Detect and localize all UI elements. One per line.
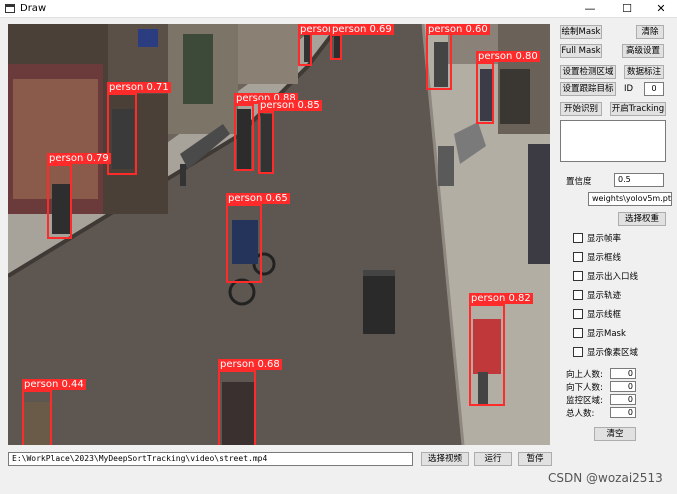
stat-value: 0 xyxy=(610,394,636,405)
set-detect-region-button[interactable]: 设置检测区域 xyxy=(560,65,616,79)
tracking-id-input[interactable]: 0 xyxy=(644,82,664,96)
set-tracking-target-button[interactable]: 设置跟踪目标 xyxy=(560,82,616,96)
detection-box xyxy=(234,104,254,171)
select-video-button[interactable]: 选择视频 xyxy=(421,452,469,466)
checkbox-label: 显示轨迹 xyxy=(587,291,622,301)
detection-label: person 0.69 xyxy=(330,24,394,35)
confidence-label: 置信度 xyxy=(566,177,592,187)
detection-label: person 0.79 xyxy=(47,153,111,164)
watermark: CSDN @wozai2513 xyxy=(548,471,663,485)
stat-value: 0 xyxy=(610,407,636,418)
detection-label: person 0.71 xyxy=(107,82,171,93)
select-weights-button[interactable]: 选择权重 xyxy=(618,212,666,226)
checkbox-square[interactable] xyxy=(573,309,583,319)
app-window-icon xyxy=(5,4,15,13)
start-tracking-button[interactable]: 开启Tracking xyxy=(610,102,666,116)
start-detect-button[interactable]: 开始识别 xyxy=(560,102,602,116)
draw-mask-button[interactable]: 绘制Mask xyxy=(560,25,602,39)
detection-label: person 0.60 xyxy=(426,24,490,35)
close-button[interactable]: ✕ xyxy=(646,1,676,17)
checkbox-label: 显示像素区域 xyxy=(587,348,639,358)
detection-box xyxy=(298,30,312,66)
clear-stats-button[interactable]: 清空 xyxy=(594,427,636,441)
detection-box xyxy=(469,304,505,406)
checkbox-label: 显示出入口线 xyxy=(587,272,639,282)
stat-label: 监控区域: xyxy=(566,396,603,406)
pause-button[interactable]: 暂停 xyxy=(518,452,552,466)
checkbox-square[interactable] xyxy=(573,252,583,262)
detection-label: person 0.44 xyxy=(22,379,86,390)
detection-box xyxy=(107,93,137,175)
clear-mask-button[interactable]: 清除 xyxy=(636,25,664,39)
checkbox-label: 显示帧率 xyxy=(587,234,622,244)
detection-label: person 0.80 xyxy=(476,51,540,62)
advanced-settings-button[interactable]: 高级设置 xyxy=(622,44,664,58)
detection-box xyxy=(22,390,52,445)
window-title: Draw xyxy=(20,3,47,14)
id-label: ID xyxy=(624,84,634,94)
checkbox-square[interactable] xyxy=(573,347,583,357)
maximize-button[interactable]: ☐ xyxy=(612,1,642,17)
stat-value: 0 xyxy=(610,368,636,379)
detection-box xyxy=(476,62,494,124)
detection-box xyxy=(226,204,262,283)
checkbox-square[interactable] xyxy=(573,233,583,243)
calibrate-button[interactable]: 数据标注 xyxy=(624,65,664,79)
stat-label: 向下人数: xyxy=(566,383,603,393)
checkbox-label: 显示线框 xyxy=(587,310,622,320)
detection-box xyxy=(218,370,256,445)
start-button[interactable]: 运行 xyxy=(474,452,512,466)
video-path-input[interactable]: E:\WorkPlace\2023\MyDeepSortTracking\vid… xyxy=(8,452,413,466)
detection-label: person 0.82 xyxy=(469,293,533,304)
checkbox-square[interactable] xyxy=(573,290,583,300)
checkbox-label: 显示框线 xyxy=(587,253,622,263)
detection-label: person 0.68 xyxy=(218,359,282,370)
detection-box xyxy=(258,111,274,174)
detection-box xyxy=(47,164,72,239)
minimize-button[interactable]: — xyxy=(575,1,605,17)
detection-box xyxy=(426,33,452,90)
title-bar: Draw — ☐ ✕ xyxy=(0,0,677,18)
log-textarea[interactable] xyxy=(560,120,666,162)
stat-label: 总人数: xyxy=(566,409,595,419)
detection-box xyxy=(330,34,342,60)
stat-label: 向上人数: xyxy=(566,370,603,380)
confidence-input[interactable]: 0.5 xyxy=(614,173,664,187)
weights-file-field[interactable]: weights\yolov5m.pt xyxy=(588,192,672,206)
stat-value: 0 xyxy=(610,381,636,392)
detection-label: person 0.85 xyxy=(258,100,322,111)
checkbox-square[interactable] xyxy=(573,271,583,281)
detection-label: person 0.65 xyxy=(226,193,290,204)
full-mask-button[interactable]: Full Mask xyxy=(560,44,602,58)
checkbox-label: 显示Mask xyxy=(587,329,626,339)
video-frame: person 0.69person 0.69person 0.60person … xyxy=(8,24,550,445)
checkbox-square[interactable] xyxy=(573,328,583,338)
